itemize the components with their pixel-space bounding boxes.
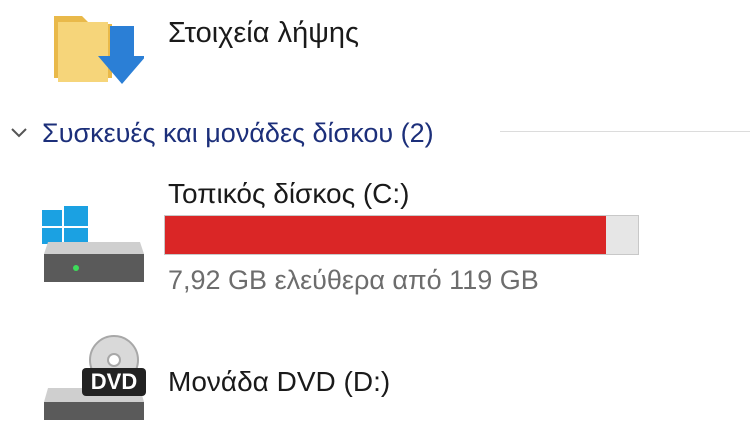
drive-space: 7,92 GB ελεύθερα από 119 GB [168,265,539,295]
dvd-icon-label: DVD [91,369,137,394]
downloads-item[interactable]: Στοιχεία λήψης [0,0,750,95]
downloads-folder-icon [52,8,146,86]
drive-name: Τοπικός δίσκος (C:) [168,178,410,209]
usage-bar-fill [165,216,607,254]
drive-item-c[interactable]: Τοπικός δίσκος (C:) 7,92 GB ελεύθερα από… [0,170,750,300]
downloads-label: Στοιχεία λήψης [168,17,359,49]
drive-name: Μονάδα DVD (D:) [168,366,391,397]
section-title: Συσκευές και μονάδες δίσκου (2) [42,118,434,148]
windows-drive-icon [40,204,148,290]
section-header[interactable]: Συσκευές και μονάδες δίσκου (2) [0,112,750,156]
section-divider [500,131,750,132]
drive-item-d[interactable]: DVD Μονάδα DVD (D:) [0,326,750,420]
chevron-down-icon[interactable] [8,122,30,144]
usage-bar [164,215,639,255]
dvd-drive-icon: DVD [40,332,150,420]
